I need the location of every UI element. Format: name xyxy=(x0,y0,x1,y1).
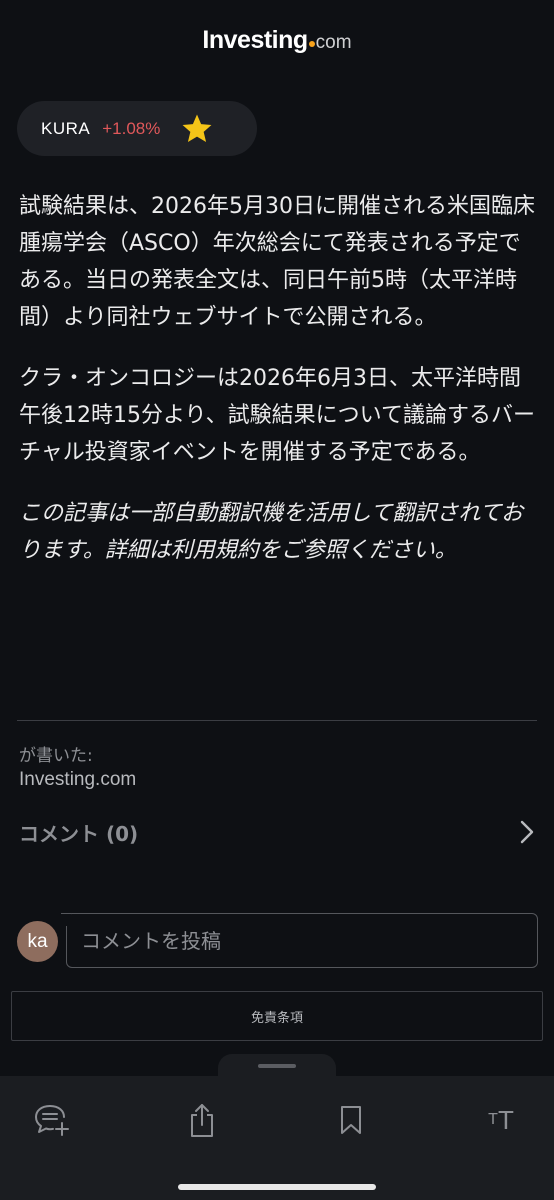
comments-link[interactable]: コメント (0) xyxy=(19,812,535,852)
divider xyxy=(17,720,537,721)
article-page: Investing com KURA +1.08% 試験結果は、2026年5月30… xyxy=(0,0,554,1200)
ticker-symbol: KURA xyxy=(41,118,91,138)
star-icon[interactable] xyxy=(180,112,214,146)
avatar: ka xyxy=(17,921,58,962)
ticker-change: +1.08% xyxy=(102,118,161,138)
byline-label: が書いた: xyxy=(19,746,93,766)
text-size-large-glyph: T xyxy=(497,1104,514,1135)
disclaimer-button[interactable]: 免責条項 xyxy=(11,991,543,1041)
bookmark-icon[interactable] xyxy=(331,1100,371,1140)
article-paragraph: 試験結果は、2026年5月30日に開催される米国臨床腫瘍学会（ASCO）年次総会… xyxy=(19,194,535,330)
home-indicator xyxy=(178,1184,376,1190)
byline-source[interactable]: Investing.com xyxy=(19,769,136,791)
translation-note: この記事は一部自動翻訳機を活用して翻訳されております。詳細は利用規約をご参照くだ… xyxy=(19,501,524,563)
logo-wordmark: Investing xyxy=(202,26,308,54)
comment-input[interactable] xyxy=(81,928,537,953)
comment-input-box[interactable] xyxy=(61,913,538,968)
ticker-pill[interactable]: KURA +1.08% xyxy=(17,101,257,156)
investing-logo: Investing com xyxy=(0,26,554,55)
article-paragraph: クラ・オンコロジーは2026年6月3日、太平洋時間午後12時15分より、試験結果… xyxy=(19,366,536,465)
logo-suffix: com xyxy=(315,32,352,53)
disclaimer-label: 免責条項 xyxy=(250,1010,303,1026)
text-size-small-glyph: T xyxy=(488,1111,498,1128)
bottom-toolbar: TT xyxy=(0,1076,554,1200)
comments-label: コメント (0) xyxy=(19,821,139,846)
comment-add-icon[interactable] xyxy=(33,1100,73,1140)
sheet-handle[interactable] xyxy=(258,1064,296,1068)
article-body: 試験結果は、2026年5月30日に開催される米国臨床腫瘍学会（ASCO）年次総会… xyxy=(19,188,539,593)
text-size-icon[interactable]: TT xyxy=(481,1100,521,1140)
logo-dot xyxy=(308,41,315,47)
share-icon[interactable] xyxy=(182,1100,222,1140)
chevron-right-icon xyxy=(520,820,534,844)
bottom-sheet-tab[interactable] xyxy=(218,1054,336,1078)
